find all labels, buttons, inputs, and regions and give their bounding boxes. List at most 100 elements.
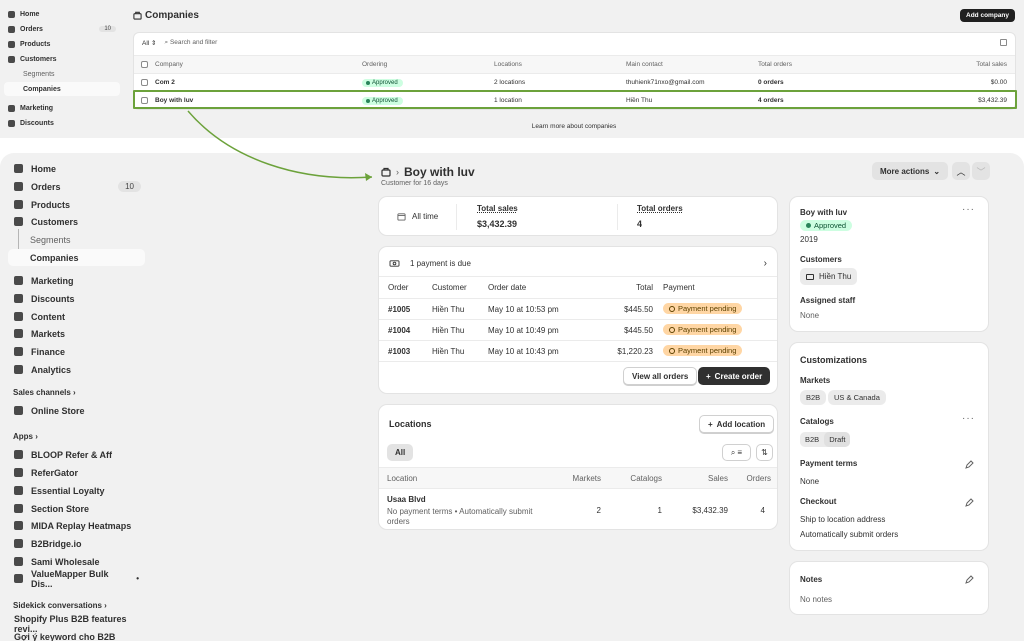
sidebar-item-home[interactable]: Home xyxy=(8,160,145,177)
tab-all[interactable]: All xyxy=(387,444,414,461)
markets-label: Markets xyxy=(800,376,831,385)
chevron-down-icon: ﹀ xyxy=(976,166,986,177)
sidebar-item-analytics[interactable]: Analytics xyxy=(8,361,145,378)
payment-status-badge: Payment pending xyxy=(663,303,743,314)
previous-button[interactable]: ︿ xyxy=(952,162,970,180)
sidebar-item-products[interactable]: Products xyxy=(8,196,145,213)
edit-notes-icon[interactable] xyxy=(964,575,974,585)
notes-text: No notes xyxy=(800,595,833,604)
status-badge: Approved xyxy=(362,78,403,87)
mini-nav-customers[interactable]: Customers xyxy=(4,52,120,66)
date-range-selector[interactable]: All time xyxy=(397,212,438,221)
chevron-right-icon: › xyxy=(763,257,767,269)
sidekick-conversation[interactable]: Shopify Plus B2B features revi... xyxy=(8,614,145,634)
sidebar-app-mida[interactable]: MIDA Replay Heatmaps xyxy=(8,517,145,534)
mini-nav-companies[interactable]: Companies xyxy=(4,82,120,96)
sidebar-item-customers[interactable]: Customers xyxy=(8,213,145,230)
company-detail-screen: Home Orders 10 Products Customers Segment… xyxy=(0,153,1024,641)
sidekick-heading[interactable]: Sidekick conversations › xyxy=(13,601,107,610)
sami-app-icon xyxy=(14,557,23,566)
company-icon[interactable] xyxy=(381,167,391,177)
create-order-button[interactable]: + Create order xyxy=(698,367,771,385)
sidebar-item-companies[interactable]: Companies xyxy=(8,249,145,266)
learn-more-link[interactable]: Learn more about companies xyxy=(124,123,1024,130)
checkout-submit: Automatically submit orders xyxy=(800,530,899,539)
chevron-down-icon: ⌄ xyxy=(933,166,941,176)
catalog-options-icon[interactable]: ··· xyxy=(962,413,975,424)
locations-title: Locations xyxy=(389,419,432,429)
mini-nav-home[interactable]: Home xyxy=(4,7,120,21)
notes-card: Notes No notes xyxy=(789,561,989,615)
more-actions-button[interactable]: More actions ⌄ xyxy=(872,162,949,180)
table-row[interactable]: #1003 Hiền Thu May 10 at 10:43 pm $1,220… xyxy=(379,340,777,361)
sort-button[interactable]: ⇅ xyxy=(756,444,773,461)
sidebar-app-valuemapper[interactable]: ValueMapper Bulk Dis... • xyxy=(8,569,145,589)
select-all-checkbox[interactable] xyxy=(141,61,148,68)
sidebar-item-orders[interactable]: Orders 10 xyxy=(8,178,145,195)
total-orders-value: 4 xyxy=(637,219,643,229)
sidekick-conversation[interactable]: Gợi ý keyword cho B2B more... xyxy=(8,632,145,641)
sidebar-app-sami[interactable]: Sami Wholesale xyxy=(8,553,145,570)
columns-icon[interactable] xyxy=(1000,39,1007,46)
sidebar-item-discounts[interactable]: Discounts xyxy=(8,290,145,307)
status-badge: Approved xyxy=(800,220,853,231)
edit-checkout-icon[interactable] xyxy=(964,498,974,508)
sidebar-item-segments[interactable]: Segments xyxy=(8,231,145,248)
add-company-button[interactable]: Add company xyxy=(960,9,1015,22)
discount-icon xyxy=(14,294,23,303)
payment-due-row[interactable]: 1 payment is due › xyxy=(389,255,767,271)
col-company: Company xyxy=(155,61,183,68)
view-all-orders-button[interactable]: View all orders xyxy=(623,367,698,385)
search-filter[interactable]: ⌕ Search and filter xyxy=(165,39,218,47)
company-year: 2019 xyxy=(800,235,818,244)
sidebar-app-refergator[interactable]: ReferGator xyxy=(8,464,145,481)
filter-icon: ≡ xyxy=(737,448,743,457)
customer-chip[interactable]: Hiền Thu xyxy=(800,268,858,285)
more-options-icon[interactable]: ··· xyxy=(962,204,975,215)
payments-card: 1 payment is due › Order Customer Order … xyxy=(378,246,778,394)
locations-card: Locations + Add location All ⌕ ≡ ⇅ Locatio… xyxy=(378,404,778,530)
chart-icon xyxy=(14,365,23,374)
apps-heading[interactable]: Apps › xyxy=(13,432,38,441)
table-row[interactable]: #1004 Hiền Thu May 10 at 10:49 pm $445.5… xyxy=(379,319,777,340)
mini-nav-products[interactable]: Products xyxy=(4,37,120,51)
sidebar-app-section-store[interactable]: Section Store xyxy=(8,500,145,517)
notes-title: Notes xyxy=(800,575,823,584)
payment-status-badge: Payment pending xyxy=(663,345,743,356)
mini-nav-segments[interactable]: Segments xyxy=(4,67,120,81)
sales-channels-heading[interactable]: Sales channels › xyxy=(13,388,76,397)
bank-icon xyxy=(14,347,23,356)
sidebar-app-b2bridge[interactable]: B2Bridge.io xyxy=(8,535,145,552)
sidebar-item-content[interactable]: Content xyxy=(8,308,145,325)
calendar-icon xyxy=(397,213,406,221)
mini-nav-discounts[interactable]: Discounts xyxy=(4,116,120,130)
mini-nav-marketing[interactable]: Marketing xyxy=(4,101,120,115)
plus-icon: + xyxy=(706,371,711,381)
sidebar-item-marketing[interactable]: Marketing xyxy=(8,272,145,289)
search-icon: ⌕ xyxy=(730,447,736,457)
sidebar-item-online-store[interactable]: Online Store xyxy=(8,402,145,419)
mini-nav-orders[interactable]: Orders 10 xyxy=(4,22,120,36)
sidebar-app-bloop[interactable]: BLOOP Refer & Aff xyxy=(8,446,145,463)
market-chip: US & Canada xyxy=(828,390,886,405)
inbox-icon xyxy=(8,25,15,33)
add-location-button[interactable]: + Add location xyxy=(699,415,775,433)
edit-payment-terms-icon[interactable] xyxy=(964,460,974,470)
filter-all-tab[interactable]: All ⇕ xyxy=(142,39,157,47)
table-row[interactable]: #1005 Hiền Thu May 10 at 10:53 pm $445.5… xyxy=(379,298,777,319)
sidebar-item-markets[interactable]: Markets xyxy=(8,325,145,342)
summary-card: All time Total sales $3,432.39 Total ord… xyxy=(378,196,778,236)
orders-table-header: Order Customer Order date Total Payment xyxy=(379,276,777,297)
section-store-app-icon xyxy=(14,504,23,513)
table-row[interactable]: Usaa Blvd No payment terms • Automatical… xyxy=(379,488,777,530)
customizations-title: Customizations xyxy=(800,355,868,365)
col-total-orders: Total orders xyxy=(758,61,792,68)
search-filter-button[interactable]: ⌕ ≡ xyxy=(722,444,751,461)
row-checkbox[interactable] xyxy=(141,79,148,86)
catalog-chip: B2B Draft xyxy=(800,432,851,447)
sidebar-item-finance[interactable]: Finance xyxy=(8,343,145,360)
table-row[interactable]: Com 2 Approved 2 locations thuhienk71nxo… xyxy=(134,73,1015,91)
next-button[interactable]: ﹀ xyxy=(972,162,990,180)
sidebar-app-essential-loyalty[interactable]: Essential Loyalty xyxy=(8,482,145,499)
checkout-shipping: Ship to location address xyxy=(800,515,886,524)
